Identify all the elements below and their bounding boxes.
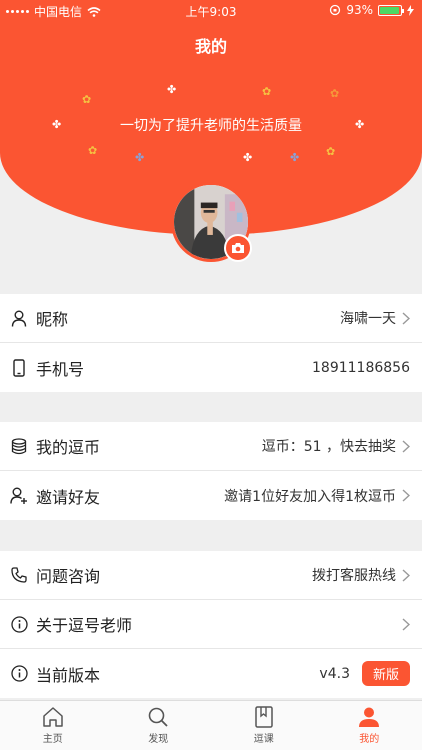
flower-decoration: ✤ [167, 83, 177, 96]
tab-discover[interactable]: 发现 [106, 701, 212, 750]
flower-decoration: ✿ [82, 93, 92, 106]
tab-bar: 主页 发现 逗课 我的 [0, 700, 422, 750]
nickname-row[interactable]: 昵称 海啸一天 [0, 294, 422, 343]
flower-decoration: ✤ [243, 151, 253, 164]
consult-value: 拨打客服热线 [312, 568, 396, 584]
new-version-button[interactable]: 新版 [361, 661, 410, 686]
invite-friends-value: 邀请1位好友加入得1枚逗币 [224, 488, 396, 505]
search-icon [148, 707, 168, 727]
info-icon [10, 615, 28, 633]
flower-decoration: ✤ [135, 151, 145, 164]
invite-friends-row[interactable]: 邀请好友 邀请1位好友加入得1枚逗币 [0, 471, 422, 520]
phone-label: 手机号 [36, 359, 85, 379]
battery-percent: 93% [346, 3, 373, 17]
about-row[interactable]: 关于逗号老师 [0, 600, 422, 649]
version-row: 当前版本 v4.3 新版 [0, 649, 422, 698]
my-coins-row[interactable]: 我的逗币 逗币：51 ，快去抽奖 [0, 422, 422, 471]
profile-group: 昵称 海啸一天 手机号 18911186856 [0, 294, 422, 392]
user-icon [10, 309, 28, 327]
battery-icon [378, 4, 404, 16]
flower-decoration: ✿ [262, 85, 272, 98]
chevron-right-icon [398, 568, 410, 582]
telephone-icon [10, 566, 28, 584]
my-coins-label: 我的逗币 [36, 438, 101, 457]
info-group: 问题咨询 拨打客服热线 关于逗号老师 当前版本 v4.3 新版 [0, 551, 422, 698]
book-icon [255, 706, 273, 728]
tab-courses[interactable]: 逗课 [211, 701, 317, 750]
chevron-right-icon [398, 439, 410, 453]
phone-value: 18911186856 [312, 359, 410, 376]
flower-decoration: ✤ [290, 151, 300, 164]
page-title: 我的 [194, 37, 227, 56]
coins-group: 我的逗币 逗币：51 ，快去抽奖 邀请好友 邀请1位好友加入得1枚逗币 [0, 422, 422, 520]
charging-icon [407, 4, 414, 16]
tab-me[interactable]: 我的 [317, 701, 422, 750]
consult-label: 问题咨询 [36, 567, 101, 586]
status-bar: 中国电信 上午9:03 93% [0, 0, 422, 22]
flower-decoration: ✤ [355, 118, 365, 131]
phone-icon [10, 358, 28, 377]
chevron-right-icon [398, 617, 410, 631]
chevron-right-icon [398, 489, 410, 502]
tab-courses-label: 逗课 [253, 734, 274, 745]
home-icon [43, 707, 63, 727]
invite-friends-label: 邀请好友 [36, 487, 101, 507]
version-value: v4.3 [319, 665, 350, 682]
add-user-icon [10, 487, 28, 505]
consult-row[interactable]: 问题咨询 拨打客服热线 [0, 551, 422, 600]
person-icon [359, 707, 380, 727]
tab-discover-label: 发现 [148, 734, 169, 745]
rotation-lock-icon [330, 4, 341, 16]
flower-decoration: ✤ [52, 118, 62, 131]
flower-decoration: ✿ [326, 145, 336, 158]
camera-button[interactable] [224, 234, 252, 262]
flower-decoration: ✿ [88, 144, 98, 157]
phone-row: 手机号 18911186856 [0, 343, 422, 392]
coins-icon [10, 437, 28, 455]
flower-decoration: ✿ [330, 87, 340, 100]
my-coins-value: 逗币：51 ，快去抽奖 [261, 439, 396, 455]
camera-icon [232, 243, 244, 253]
nickname-value: 海啸一天 [340, 311, 396, 327]
tab-me-label: 我的 [359, 734, 380, 745]
tab-home[interactable]: 主页 [0, 701, 106, 750]
nickname-label: 昵称 [36, 310, 69, 329]
chevron-right-icon [398, 311, 410, 325]
info-icon [10, 665, 28, 683]
version-label: 当前版本 [36, 665, 101, 685]
tab-home-label: 主页 [42, 734, 63, 745]
about-label: 关于逗号老师 [36, 616, 133, 635]
